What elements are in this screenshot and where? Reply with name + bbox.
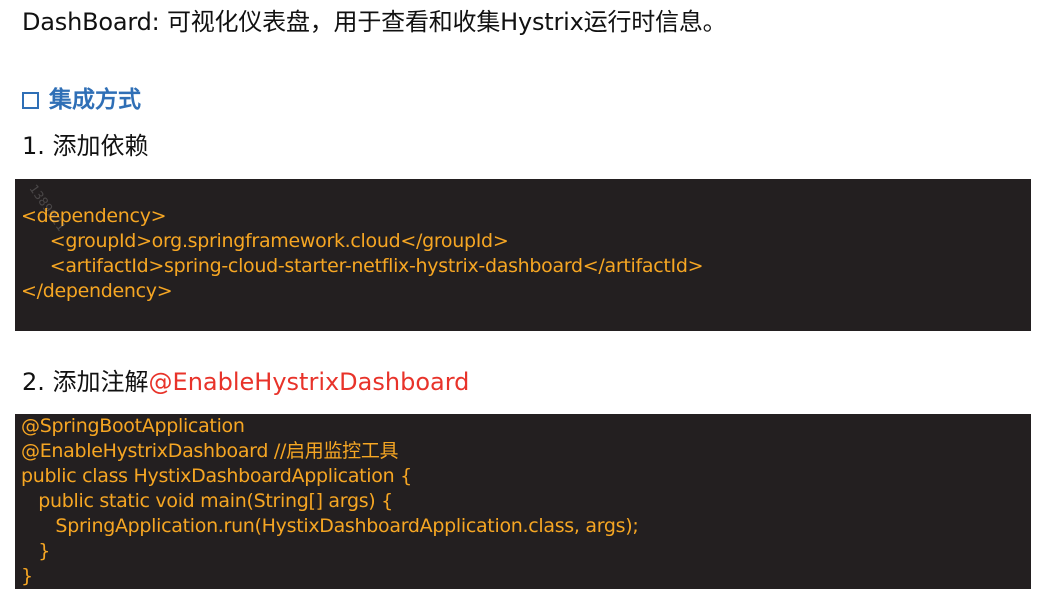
step-2-annotation: @EnableHystrixDashboard	[148, 368, 470, 396]
code-line: }	[21, 565, 33, 587]
code-line: @EnableHystrixDashboard //启用监控工具	[21, 440, 399, 462]
checkbox-square-icon	[22, 92, 39, 109]
code-line: public class HystixDashboardApplication …	[21, 465, 412, 487]
application-code-block: @SpringBootApplication @EnableHystrixDas…	[15, 414, 1031, 589]
dependency-code-block: <dependency> <groupId>org.springframewor…	[15, 179, 1031, 331]
step-2-label: 2. 添加注解@EnableHystrixDashboard	[22, 366, 469, 398]
section-heading: 集成方式	[22, 84, 141, 116]
code-line: <groupId>org.springframework.cloud</grou…	[21, 230, 509, 252]
intro-paragraph: DashBoard: 可视化仪表盘，用于查看和收集Hystrix运行时信息。	[22, 6, 727, 38]
code-line: </dependency>	[21, 280, 173, 302]
code-line: <dependency>	[21, 205, 167, 227]
code-line: @SpringBootApplication	[21, 415, 245, 437]
code-line: public static void main(String[] args) {	[21, 490, 393, 512]
intro-text: : 可视化仪表盘，用于查看和收集Hystrix运行时信息。	[151, 8, 727, 36]
step-1-label: 1. 添加依赖	[22, 132, 149, 160]
step-2-text: 2. 添加注解	[22, 368, 149, 396]
code-line: }	[21, 540, 51, 562]
code-line: SpringApplication.run(HystixDashboardApp…	[21, 515, 639, 537]
code-line: <artifactId>spring-cloud-starter-netflix…	[21, 255, 704, 277]
section-heading-text: 集成方式	[49, 87, 141, 113]
intro-term: DashBoard	[22, 8, 152, 36]
